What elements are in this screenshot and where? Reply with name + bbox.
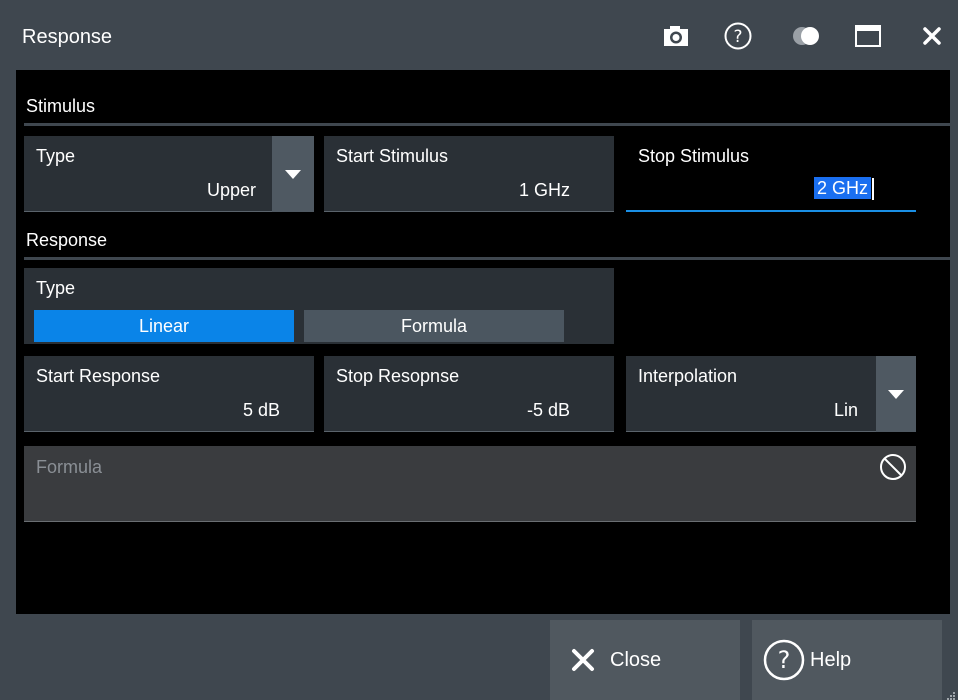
interpolation-label: Interpolation (638, 366, 738, 386)
clear-icon[interactable] (878, 452, 908, 487)
maximize-icon[interactable] (852, 20, 884, 52)
response-section-label: Response (26, 230, 108, 250)
camera-icon[interactable] (660, 20, 692, 52)
stop-stimulus-label: Stop Stimulus (638, 146, 750, 166)
help-button[interactable]: ? Help (752, 620, 942, 700)
close-icon[interactable] (916, 20, 948, 52)
resize-grip-icon[interactable] (946, 688, 956, 700)
close-button[interactable]: Close (550, 620, 740, 700)
close-button-label: Close (610, 648, 662, 671)
start-stimulus-field[interactable]: Start Stimulus 1 GHz (324, 136, 614, 212)
stimulus-type-dropdown[interactable]: Type Upper (24, 136, 314, 212)
response-type-group: Type Linear Formula (24, 268, 614, 344)
stimulus-type-value: Upper (206, 180, 256, 200)
close-x-icon (570, 647, 596, 673)
start-stimulus-label: Start Stimulus (336, 146, 449, 166)
start-stimulus-value: 1 GHz (518, 180, 570, 200)
chevron-down-icon (888, 389, 904, 399)
stop-response-field[interactable]: Stop Resopnse -5 dB (324, 356, 614, 432)
formula-input[interactable]: Formula (24, 446, 916, 522)
divider (24, 123, 950, 126)
start-response-label: Start Response (36, 366, 161, 386)
dropdown-button[interactable] (876, 356, 916, 432)
start-response-value: 5 dB (242, 400, 280, 420)
formula-placeholder: Formula (36, 457, 103, 477)
dropdown-button[interactable] (272, 136, 314, 212)
svg-text:?: ? (733, 27, 742, 47)
title-bar: Response ? (0, 0, 958, 70)
response-type-label: Type (36, 278, 76, 298)
help-icon: ? (762, 638, 806, 682)
svg-text:?: ? (778, 646, 791, 674)
stimulus-section-label: Stimulus (26, 96, 96, 116)
stop-response-label: Stop Resopnse (336, 366, 460, 386)
divider (24, 257, 950, 260)
transparency-icon[interactable] (790, 20, 822, 52)
stop-stimulus-value[interactable]: 2 GHz (813, 176, 871, 199)
start-response-field[interactable]: Start Response 5 dB (24, 356, 314, 432)
stop-stimulus-field[interactable]: Stop Stimulus 2 GHz (626, 136, 916, 212)
stimulus-type-label: Type (36, 146, 76, 166)
dialog-content: Stimulus Type Upper Start Stimulus 1 GHz… (16, 70, 950, 614)
interpolation-dropdown[interactable]: Interpolation Lin (626, 356, 916, 432)
window-title: Response (22, 26, 113, 48)
text-caret (872, 178, 874, 200)
stop-response-value: -5 dB (526, 400, 570, 420)
interpolation-value: Lin (833, 400, 858, 420)
chevron-down-icon (285, 169, 301, 179)
linear-option[interactable]: Linear (34, 310, 294, 342)
help-icon[interactable]: ? (722, 20, 754, 52)
help-button-label: Help (810, 648, 852, 671)
formula-option[interactable]: Formula (304, 310, 564, 342)
